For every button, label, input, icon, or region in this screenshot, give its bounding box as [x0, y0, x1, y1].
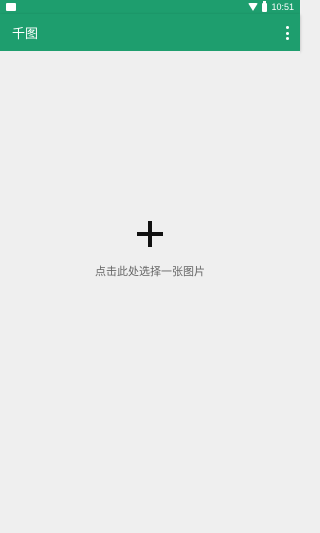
select-image-button[interactable]: 点击此处选择一张图片: [50, 211, 250, 291]
select-image-label[interactable]: 点击此处选择一张图片: [95, 263, 205, 279]
status-time: 10:51: [271, 2, 294, 12]
status-right: 10:51: [248, 0, 294, 13]
main-content: 点击此处选择一张图片: [0, 51, 300, 533]
notification-icon: [6, 3, 16, 11]
plus-icon[interactable]: [137, 221, 163, 247]
app-bar: 千图: [0, 14, 300, 51]
battery-icon: [262, 0, 268, 12]
wifi-icon: [248, 3, 259, 11]
more-vert-icon[interactable]: [282, 24, 292, 42]
status-bar: 10:51: [0, 0, 300, 14]
menu-dot: [285, 37, 289, 40]
menu-dot: [285, 31, 289, 35]
app-title: 千图: [12, 27, 39, 42]
menu-dot: [285, 26, 289, 29]
